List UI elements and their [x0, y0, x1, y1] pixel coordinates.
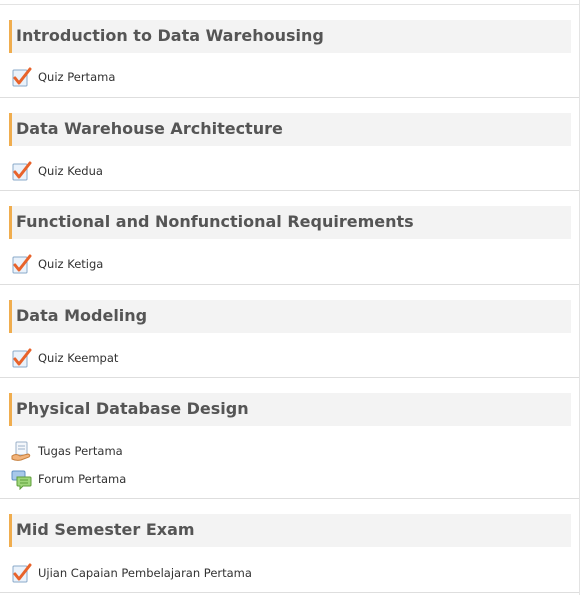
quiz-icon: [11, 67, 32, 88]
section-header: Data Modeling: [9, 300, 571, 333]
course-content: Introduction to Data Warehousing Quiz Pe…: [0, 0, 580, 595]
activity-quiz-kedua[interactable]: Quiz Kedua: [11, 160, 103, 182]
activity-link[interactable]: Quiz Ketiga: [38, 257, 103, 271]
activity-quiz-ketiga[interactable]: Quiz Ketiga: [11, 253, 103, 275]
activity-quiz-pertama[interactable]: Quiz Pertama: [11, 66, 115, 88]
section-title: Introduction to Data Warehousing: [16, 26, 324, 45]
assignment-icon: [11, 441, 32, 462]
quiz-icon: [11, 254, 32, 275]
section-header: Physical Database Design: [9, 393, 571, 426]
activity-quiz-keempat[interactable]: Quiz Keempat: [11, 347, 118, 369]
activity-link[interactable]: Quiz Keempat: [38, 351, 118, 365]
activity-link[interactable]: Forum Pertama: [38, 472, 126, 486]
course-section: Data Warehouse Architecture Quiz Kedua: [0, 98, 579, 191]
section-title: Data Warehouse Architecture: [16, 119, 283, 138]
quiz-icon: [11, 563, 32, 584]
activity-link[interactable]: Quiz Kedua: [38, 164, 103, 178]
quiz-icon: [11, 161, 32, 182]
section-title: Mid Semester Exam: [16, 520, 195, 539]
course-section: Mid Semester Exam Ujian Capaian Pembelaj…: [0, 499, 579, 593]
section-header: Data Warehouse Architecture: [9, 113, 571, 146]
course-section: Physical Database Design Tugas Pertama F…: [0, 378, 579, 499]
activity-link[interactable]: Ujian Capaian Pembelajaran Pertama: [38, 566, 252, 580]
activity-link[interactable]: Tugas Pertama: [38, 444, 123, 458]
activity-tugas-pertama[interactable]: Tugas Pertama: [11, 440, 123, 462]
section-header: Mid Semester Exam: [9, 514, 571, 547]
forum-icon: [11, 469, 32, 490]
course-section: Introduction to Data Warehousing Quiz Pe…: [0, 5, 579, 98]
section-title: Functional and Nonfunctional Requirement…: [16, 212, 414, 231]
quiz-icon: [11, 348, 32, 369]
course-section: Functional and Nonfunctional Requirement…: [0, 191, 579, 285]
activity-forum-pertama[interactable]: Forum Pertama: [11, 468, 126, 490]
course-section: Data Modeling Quiz Keempat: [0, 285, 579, 378]
section-title: Data Modeling: [16, 306, 148, 325]
section-header: Functional and Nonfunctional Requirement…: [9, 206, 571, 239]
activity-ujian-capaian[interactable]: Ujian Capaian Pembelajaran Pertama: [11, 562, 252, 584]
section-header: Introduction to Data Warehousing: [9, 20, 571, 53]
section-title: Physical Database Design: [16, 399, 249, 418]
activity-link[interactable]: Quiz Pertama: [38, 70, 115, 84]
